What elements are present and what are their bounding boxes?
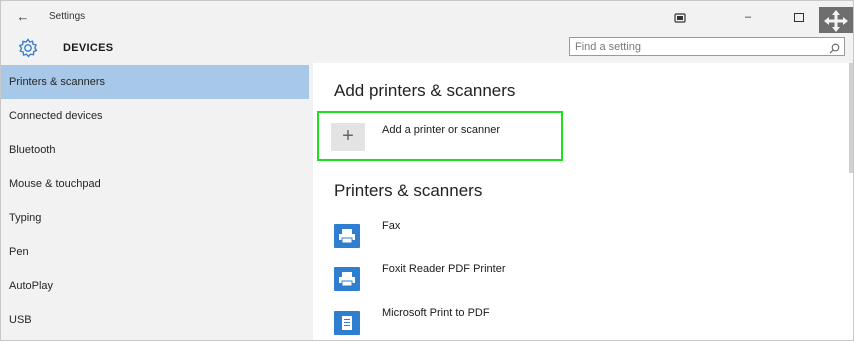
maximize-button[interactable]	[790, 9, 808, 25]
add-printers-heading: Add printers & scanners	[334, 81, 516, 100]
search-icon[interactable]	[829, 41, 840, 54]
search-field[interactable]	[569, 37, 845, 56]
gear-icon	[17, 37, 39, 59]
sidebar-item-bluetooth[interactable]: Bluetooth	[1, 133, 309, 167]
sidebar-item-connected-devices[interactable]: Connected devices	[1, 99, 309, 133]
add-printer-label: Add a printer or scanner	[382, 124, 501, 136]
main-content: Add printers & scanners + Add a printer …	[313, 63, 849, 340]
settings-header: DEVICES	[1, 33, 853, 63]
printer-name: Foxit Reader PDF Printer	[382, 263, 506, 275]
title-bar: ← Settings –	[1, 1, 853, 35]
back-arrow-icon[interactable]: ←	[15, 9, 31, 25]
add-printer-button[interactable]: + Add a printer or scanner	[317, 111, 563, 161]
printer-item-foxit[interactable]: Foxit Reader PDF Printer	[331, 261, 731, 297]
printer-item-fax[interactable]: Fax	[331, 218, 731, 254]
sidebar-item-pen[interactable]: Pen	[1, 235, 309, 269]
move-arrows-icon[interactable]	[819, 7, 853, 35]
printer-item-microsoft-pdf[interactable]: Microsoft Print to PDF	[331, 305, 731, 341]
search-input[interactable]	[575, 39, 815, 54]
sidebar-item-mouse-touchpad[interactable]: Mouse & touchpad	[1, 167, 309, 201]
minimize-button[interactable]: –	[739, 9, 757, 25]
sidebar-item-printers-scanners[interactable]: Printers & scanners	[1, 65, 309, 99]
maximize-icon	[794, 13, 804, 22]
window-title: Settings	[49, 11, 86, 22]
printer-icon	[334, 224, 360, 248]
printers-heading: Printers & scanners	[334, 181, 483, 200]
sidebar-item-typing[interactable]: Typing	[1, 201, 309, 235]
printer-icon	[334, 267, 360, 291]
section-title: DEVICES	[63, 42, 114, 54]
settings-window: ← Settings – DEVICES Find a setting Prin…	[0, 0, 854, 341]
printer-icon	[334, 311, 360, 335]
sidebar: Printers & scanners Connected devices Bl…	[1, 63, 313, 340]
sidebar-item-usb[interactable]: USB	[1, 303, 309, 337]
tablet-mode-icon[interactable]	[673, 12, 687, 24]
scrollbar-thumb[interactable]	[849, 63, 853, 173]
plus-icon: +	[331, 123, 365, 151]
printer-name: Fax	[382, 220, 401, 232]
printer-name: Microsoft Print to PDF	[382, 307, 490, 319]
sidebar-item-autoplay[interactable]: AutoPlay	[1, 269, 309, 303]
